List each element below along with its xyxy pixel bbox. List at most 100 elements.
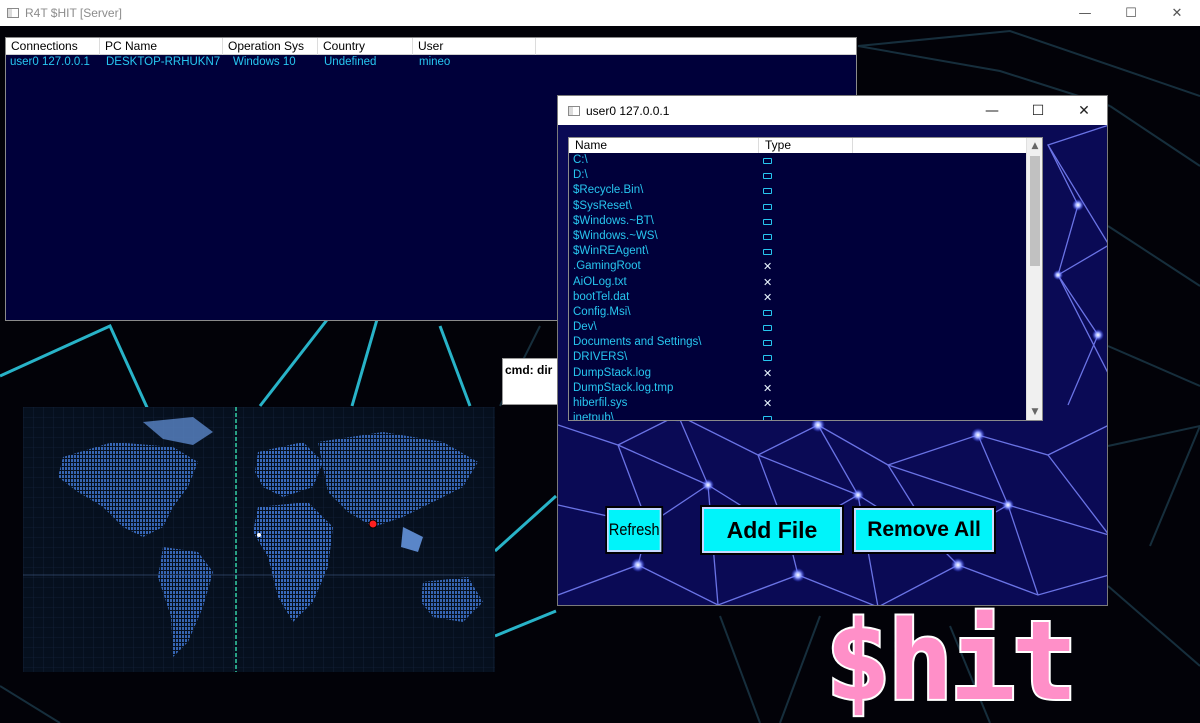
file-name: .GamingRoot xyxy=(573,260,641,273)
file-name: C:\ xyxy=(573,154,588,166)
folder-icon xyxy=(763,229,783,244)
file-rows: C:\ D:\ $Recycle.Bin\ $SysReset\ $Windows.~B… xyxy=(569,153,1027,421)
column-header-empty xyxy=(536,38,856,55)
close-button[interactable]: ✕ xyxy=(1154,0,1200,26)
list-item[interactable]: Config.Msi\ xyxy=(569,305,1027,320)
list-item[interactable]: $Windows.~WS\ xyxy=(569,229,1027,244)
folder-icon xyxy=(763,305,783,320)
file-list-header: Name Type xyxy=(569,138,1042,153)
file-x-icon: ✕ xyxy=(763,366,773,380)
list-item[interactable]: AiOLog.txt ✕ xyxy=(569,275,1027,290)
scroll-down-icon[interactable]: ▼ xyxy=(1027,404,1042,420)
column-header-operation-sys[interactable]: Operation Sys xyxy=(223,38,318,55)
list-item[interactable]: C:\ xyxy=(569,153,1027,168)
list-item[interactable]: $Windows.~BT\ xyxy=(569,214,1027,229)
file-x-icon: ✕ xyxy=(763,260,773,274)
window-controls: — ☐ ✕ xyxy=(1062,0,1200,26)
scroll-thumb[interactable] xyxy=(1030,156,1040,266)
file-name: D:\ xyxy=(573,169,588,182)
file-x-icon: ✕ xyxy=(763,275,773,289)
connections-header: Connections PC Name Operation Sys Countr… xyxy=(6,38,856,55)
map-location-marker xyxy=(368,519,378,529)
file-name: DumpStack.log.tmp xyxy=(573,381,674,394)
column-header-pc-name[interactable]: PC Name xyxy=(100,38,223,55)
cell-country: Undefined xyxy=(324,56,377,68)
cmd-text: cmd: dir xyxy=(505,363,553,377)
column-header-connections[interactable]: Connections xyxy=(6,38,100,55)
remove-all-button[interactable]: Remove All xyxy=(852,506,996,554)
list-item[interactable]: inetpub\ xyxy=(569,411,1027,421)
app-window-icon xyxy=(7,8,19,18)
file-window-title: user0 127.0.0.1 xyxy=(586,103,670,118)
logo-text: $hit xyxy=(825,597,1074,721)
list-item[interactable]: $SysReset\ xyxy=(569,199,1027,214)
folder-icon xyxy=(763,320,783,335)
list-item[interactable]: $WinREAgent\ xyxy=(569,244,1027,259)
world-map-graphic xyxy=(23,407,495,672)
list-item[interactable]: DumpStack.log ✕ xyxy=(569,366,1027,381)
file-window-titlebar: user0 127.0.0.1 — ☐ ✕ xyxy=(558,96,1107,125)
list-item[interactable]: DumpStack.log.tmp ✕ xyxy=(569,381,1027,396)
logo: $hit xyxy=(820,591,1120,723)
column-header-type[interactable]: Type xyxy=(759,138,853,153)
logo-graphic: $hit xyxy=(823,595,1080,723)
file-window-icon xyxy=(568,105,580,116)
file-name: $Windows.~WS\ xyxy=(573,229,658,242)
list-item[interactable]: .GamingRoot ✕ xyxy=(569,259,1027,274)
file-window-close-button[interactable]: ✕ xyxy=(1061,96,1107,125)
file-name: Config.Msi\ xyxy=(573,305,631,318)
file-name: DRIVERS\ xyxy=(573,351,628,364)
maximize-button[interactable]: ☐ xyxy=(1108,0,1154,26)
file-x-icon: ✕ xyxy=(763,397,773,410)
file-list-scrollbar[interactable]: ▲ ▼ xyxy=(1026,138,1042,420)
list-item[interactable]: D:\ xyxy=(569,168,1027,183)
cell-operation-sys: Windows 10 xyxy=(233,56,296,68)
file-name: Dev\ xyxy=(573,321,597,334)
folder-icon xyxy=(763,183,783,198)
file-name: $Recycle.Bin\ xyxy=(573,184,644,197)
file-name: DumpStack.log xyxy=(573,366,651,379)
folder-icon xyxy=(763,153,783,168)
list-item[interactable]: hiberfil.sys ✕ xyxy=(569,396,1027,411)
list-item[interactable]: Documents and Settings\ xyxy=(569,335,1027,350)
file-name: $SysReset\ xyxy=(573,199,632,212)
folder-icon xyxy=(763,199,783,214)
list-item[interactable]: Dev\ xyxy=(569,320,1027,335)
file-window-maximize-button[interactable]: ☐ xyxy=(1015,96,1061,125)
column-header-name[interactable]: Name xyxy=(569,138,759,153)
scroll-up-icon[interactable]: ▲ xyxy=(1027,138,1042,154)
file-list[interactable]: Name Type C:\ D:\ $Recycle.Bin\ $SysReset\ $… xyxy=(568,137,1043,421)
file-name: inetpub\ xyxy=(573,412,614,421)
main-titlebar: R4T $HIT [Server] — ☐ ✕ xyxy=(0,0,1200,26)
file-name: $WinREAgent\ xyxy=(573,245,649,258)
folder-icon xyxy=(763,168,783,183)
file-name: AiOLog.txt xyxy=(573,275,627,288)
column-header-country[interactable]: Country xyxy=(318,38,413,55)
list-item[interactable]: bootTel.dat ✕ xyxy=(569,290,1027,305)
file-window-controls: — ☐ ✕ xyxy=(969,96,1107,125)
list-item[interactable]: DRIVERS\ xyxy=(569,350,1027,365)
file-window-minimize-button[interactable]: — xyxy=(969,96,1015,125)
cell-user: mineo xyxy=(419,56,451,68)
folder-icon xyxy=(763,214,783,229)
add-file-button[interactable]: Add File xyxy=(700,505,844,555)
minimize-button[interactable]: — xyxy=(1062,0,1108,26)
world-map xyxy=(23,407,495,672)
window-title: R4T $HIT [Server] xyxy=(25,6,122,20)
file-name: Documents and Settings\ xyxy=(573,336,702,349)
cell-pc-name: DESKTOP-RRHUKN7 xyxy=(106,56,221,68)
column-header-empty xyxy=(853,138,1042,153)
file-name: hiberfil.sys xyxy=(573,397,628,409)
refresh-button[interactable]: Refresh xyxy=(605,506,664,554)
cmd-output-box[interactable]: cmd: dir xyxy=(502,358,562,405)
column-header-user[interactable]: User xyxy=(413,38,536,55)
folder-icon xyxy=(763,350,783,365)
file-explorer-window: user0 127.0.0.1 — ☐ ✕ Name Type C:\ D:\ … xyxy=(557,95,1108,606)
file-name: bootTel.dat xyxy=(573,290,630,303)
folder-icon xyxy=(763,244,783,259)
table-row[interactable]: user0 127.0.0.1 DESKTOP-RRHUKN7 Windows … xyxy=(6,55,856,71)
folder-icon xyxy=(763,411,783,420)
list-item[interactable]: $Recycle.Bin\ xyxy=(569,183,1027,198)
cell-connection: user0 127.0.0.1 xyxy=(10,56,90,68)
file-x-icon: ✕ xyxy=(763,290,773,304)
